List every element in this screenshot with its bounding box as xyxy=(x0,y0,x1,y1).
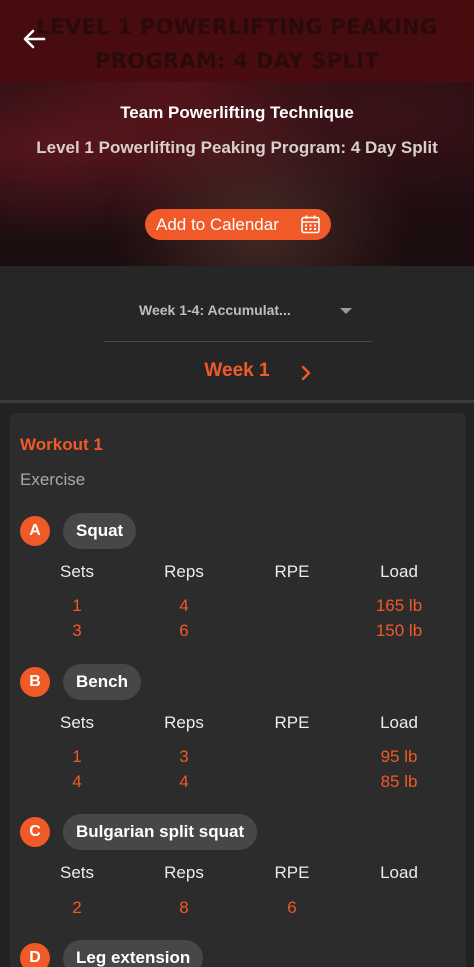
sets-value: 4 xyxy=(72,772,82,791)
program-name: Level 1 Powerlifting Peaking Program: 4 … xyxy=(36,138,438,157)
week-selector: Week 1-4: Accumulat... Week 1 xyxy=(0,266,474,400)
sets-header: Sets xyxy=(59,713,95,732)
reps-value: 6 xyxy=(179,621,189,640)
week-label: Week 1 xyxy=(204,360,270,381)
sets-value: 2 xyxy=(72,898,82,917)
load-value: 165 lb xyxy=(375,596,423,615)
exercise-letter-badge: B xyxy=(20,667,50,697)
add-to-calendar-label: Add to Calendar xyxy=(156,214,279,234)
exercise-caption: Exercise xyxy=(20,470,86,489)
exercise-name-pill[interactable]: Squat xyxy=(63,513,137,549)
exercise-name-pill[interactable]: Bulgarian split squat xyxy=(63,814,258,850)
hero-banner: Level 1 Powerlifting Peaking Program: 4 … xyxy=(0,0,474,82)
section-divider xyxy=(0,400,474,403)
load-header: Load xyxy=(380,562,418,581)
exercise-letter-badge: D xyxy=(20,943,50,967)
load-header: Load xyxy=(380,713,418,732)
sets-header: Sets xyxy=(59,863,95,882)
load-header: Load xyxy=(380,863,418,882)
rpe-header: RPE xyxy=(274,863,310,882)
arrow-left-icon xyxy=(23,29,46,49)
phase-dropdown[interactable]: Week 1-4: Accumulat... xyxy=(104,294,372,342)
reps-header: Reps xyxy=(164,713,204,732)
team-name: Team Powerlifting Technique xyxy=(120,103,354,122)
reps-value: 4 xyxy=(179,596,189,615)
reps-header: Reps xyxy=(164,863,204,882)
exercise-name-pill[interactable]: Bench xyxy=(63,664,141,700)
sets-value: 3 xyxy=(72,621,82,640)
chevron-right-icon[interactable] xyxy=(297,362,315,384)
reps-value: 4 xyxy=(179,772,189,791)
load-value: 150 lb xyxy=(375,621,423,640)
rpe-value: 6 xyxy=(287,898,297,917)
add-to-calendar-button[interactable]: Add to Calendar xyxy=(145,209,331,240)
exercise-letter-badge: C xyxy=(20,817,50,847)
sets-value: 1 xyxy=(72,596,82,615)
load-value: 85 lb xyxy=(380,772,418,791)
week-navigation: Week 1 xyxy=(0,358,474,388)
workout-card: Workout 1 Exercise A Squat Sets Reps RPE… xyxy=(10,413,466,967)
rpe-header: RPE xyxy=(274,562,310,581)
sets-value: 1 xyxy=(72,747,82,766)
banner-title: Level 1 Powerlifting Peaking Program: 4 … xyxy=(36,15,438,73)
caret-down-icon xyxy=(340,308,352,314)
load-value: 95 lb xyxy=(380,747,418,766)
sets-header: Sets xyxy=(59,562,95,581)
phase-dropdown-value: Week 1-4: Accumulat... xyxy=(139,302,291,318)
calendar-icon xyxy=(301,215,320,234)
reps-header: Reps xyxy=(164,562,204,581)
rpe-header: RPE xyxy=(274,713,310,732)
reps-value: 8 xyxy=(179,898,189,917)
exercise-name-pill[interactable]: Leg extension xyxy=(63,940,204,967)
back-button[interactable] xyxy=(18,24,52,54)
program-hero: Level 1 Powerlifting Peaking Program: 4 … xyxy=(0,0,474,266)
workout-title: Workout 1 xyxy=(20,435,103,454)
reps-value: 3 xyxy=(179,747,189,766)
exercise-letter-badge: A xyxy=(20,516,50,546)
